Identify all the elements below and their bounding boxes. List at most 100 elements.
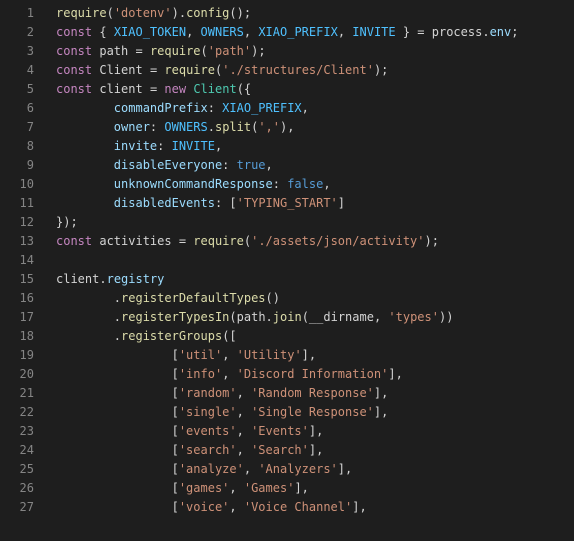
token-fn: require xyxy=(164,63,215,77)
token-punct: ; xyxy=(511,25,518,39)
token-str: 'Utility' xyxy=(237,348,302,362)
token-punct: , xyxy=(338,25,352,39)
code-line[interactable]: ['voice', 'Voice Channel'], xyxy=(56,498,518,517)
token-str: 'analyze' xyxy=(179,462,244,476)
token-punct: { xyxy=(92,25,114,39)
code-line[interactable]: }); xyxy=(56,213,518,232)
line-number: 9 xyxy=(0,156,34,175)
code-line[interactable]: ['events', 'Events'], xyxy=(56,422,518,441)
line-number: 18 xyxy=(0,327,34,346)
code-line[interactable]: const Client = require('./structures/Cli… xyxy=(56,61,518,80)
line-number: 2 xyxy=(0,23,34,42)
code-line[interactable]: const activities = require('./assets/jso… xyxy=(56,232,518,251)
token-ident: client xyxy=(56,272,99,286)
token-str: 'Analyzers' xyxy=(258,462,337,476)
token-punct: : xyxy=(273,177,287,191)
code-line[interactable]: const { XIAO_TOKEN, OWNERS, XIAO_PREFIX,… xyxy=(56,23,518,42)
token-punct: , xyxy=(186,25,200,39)
token-str: 'single' xyxy=(179,405,237,419)
token-punct: : xyxy=(150,120,164,134)
token-punct: ({ xyxy=(237,82,251,96)
token-punct: , xyxy=(244,25,258,39)
token-prop: unknownCommandResponse xyxy=(114,177,273,191)
token-ident: Client xyxy=(99,63,142,77)
code-line[interactable] xyxy=(56,251,518,270)
token-punct: . xyxy=(99,272,106,286)
token-fn: split xyxy=(215,120,251,134)
token-fn: require xyxy=(150,44,201,58)
token-punct: ); xyxy=(251,44,265,58)
token-ident: client xyxy=(99,82,142,96)
code-line[interactable]: .registerDefaultTypes() xyxy=(56,289,518,308)
token-punct: ); xyxy=(374,63,388,77)
code-line[interactable]: disableEveryone: true, xyxy=(56,156,518,175)
token-kw: const xyxy=(56,234,92,248)
token-punct: , xyxy=(266,158,273,172)
code-line[interactable]: ['util', 'Utility'], xyxy=(56,346,518,365)
token-punct: , xyxy=(374,310,388,324)
code-line[interactable]: ['games', 'Games'], xyxy=(56,479,518,498)
token-punct: : xyxy=(157,139,171,153)
token-punct: , xyxy=(237,405,251,419)
code-line[interactable]: invite: INVITE, xyxy=(56,137,518,156)
token-kw: const xyxy=(56,44,92,58)
token-constname: XIAO_TOKEN xyxy=(114,25,186,39)
token-punct: . xyxy=(266,310,273,324)
code-editor[interactable]: 1234567891011121314151617181920212223242… xyxy=(0,0,574,541)
code-line[interactable]: .registerTypesIn(path.join(__dirname, 't… xyxy=(56,308,518,327)
token-str: 'Discord Information' xyxy=(237,367,389,381)
line-number: 20 xyxy=(0,365,34,384)
code-line[interactable]: owner: OWNERS.split(','), xyxy=(56,118,518,137)
token-punct: ). xyxy=(172,6,186,20)
line-number: 17 xyxy=(0,308,34,327)
token-punct: [ xyxy=(172,462,179,476)
token-str: './structures/Client' xyxy=(222,63,374,77)
token-punct: . xyxy=(482,25,489,39)
code-line[interactable]: client.registry xyxy=(56,270,518,289)
line-number: 21 xyxy=(0,384,34,403)
token-punct: ([ xyxy=(222,329,236,343)
token-punct: ( xyxy=(302,310,309,324)
token-punct: : xyxy=(222,158,236,172)
token-class: Client xyxy=(193,82,236,96)
code-line[interactable]: ['single', 'Single Response'], xyxy=(56,403,518,422)
token-fn: registerDefaultTypes xyxy=(121,291,266,305)
token-punct: )) xyxy=(439,310,453,324)
code-line[interactable]: ['random', 'Random Response'], xyxy=(56,384,518,403)
code-line[interactable]: const path = require('path'); xyxy=(56,42,518,61)
token-punct: ], xyxy=(294,481,308,495)
token-punct: , xyxy=(244,462,258,476)
line-number: 23 xyxy=(0,422,34,441)
code-line[interactable]: disabledEvents: ['TYPING_START'] xyxy=(56,194,518,213)
token-punct: = xyxy=(143,63,165,77)
token-str: 'Events' xyxy=(251,424,309,438)
line-number: 16 xyxy=(0,289,34,308)
code-line[interactable]: .registerGroups([ xyxy=(56,327,518,346)
token-punct: , xyxy=(237,424,251,438)
code-line[interactable]: require('dotenv').config(); xyxy=(56,4,518,23)
token-punct: ], xyxy=(374,386,388,400)
token-punct: ], xyxy=(374,405,388,419)
token-fn: require xyxy=(56,6,107,20)
token-ident: path xyxy=(99,44,128,58)
token-bool: true xyxy=(237,158,266,172)
token-punct: , xyxy=(237,386,251,400)
code-line[interactable]: unknownCommandResponse: false, xyxy=(56,175,518,194)
line-number: 7 xyxy=(0,118,34,137)
token-punct: ), xyxy=(280,120,294,134)
token-constname: INVITE xyxy=(352,25,395,39)
token-str: 'games' xyxy=(179,481,230,495)
code-line[interactable]: commandPrefix: XIAO_PREFIX, xyxy=(56,99,518,118)
code-line[interactable]: const client = new Client({ xyxy=(56,80,518,99)
code-content[interactable]: require('dotenv').config();const { XIAO_… xyxy=(48,0,518,541)
line-number-gutter: 1234567891011121314151617181920212223242… xyxy=(0,0,48,541)
token-punct: ); xyxy=(425,234,439,248)
line-number: 15 xyxy=(0,270,34,289)
token-str: 'info' xyxy=(179,367,222,381)
token-punct: , xyxy=(229,500,243,514)
code-line[interactable]: ['analyze', 'Analyzers'], xyxy=(56,460,518,479)
line-number: 1 xyxy=(0,4,34,23)
code-line[interactable]: ['info', 'Discord Information'], xyxy=(56,365,518,384)
code-line[interactable]: ['search', 'Search'], xyxy=(56,441,518,460)
token-str: ',' xyxy=(258,120,280,134)
